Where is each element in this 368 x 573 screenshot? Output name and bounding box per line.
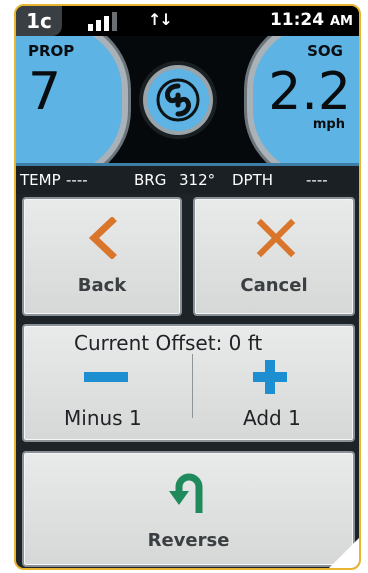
cancel-label: Cancel: [240, 275, 308, 296]
back-label: Back: [77, 275, 127, 296]
minus-one-button[interactable]: Minus 1: [24, 326, 190, 440]
sog-value: 2.2: [268, 62, 351, 122]
prop-gauge[interactable]: PROP 7: [16, 36, 122, 163]
clock-time: 11:24: [269, 10, 325, 30]
signal-bars-icon: [88, 12, 128, 31]
clock: 11:24 AM: [270, 10, 353, 30]
offset-panel: Current Offset: 0 ft Minus 1 Add 1: [22, 324, 355, 442]
device-screen: 1c ↑↓ 11:24 AM PROP 7 SOG 2.2 mph TEMP -…: [14, 4, 361, 570]
chevron-left-icon: [88, 217, 117, 259]
sog-gauge[interactable]: SOG 2.2 mph: [253, 36, 359, 163]
spiral-logo-icon[interactable]: [147, 69, 209, 131]
brg-value: 312°: [179, 171, 216, 189]
sog-unit: mph: [312, 117, 345, 132]
add-label: Add 1: [243, 406, 301, 430]
corner-decoration: [327, 536, 359, 568]
x-icon: [256, 218, 296, 258]
temp-label: TEMP: [20, 171, 61, 189]
plus-icon: [253, 360, 287, 394]
u-turn-icon: [169, 473, 203, 513]
status-bar: 1c ↑↓ 11:24 AM: [16, 6, 359, 36]
dpth-label: DPTH: [232, 171, 274, 189]
sog-label: SOG: [307, 42, 343, 60]
gauge-header: PROP 7 SOG 2.2 mph: [16, 36, 359, 163]
screen-badge: 1c: [16, 6, 62, 36]
offset-divider: [192, 354, 193, 418]
minus-label: Minus 1: [64, 406, 142, 430]
reverse-button[interactable]: Reverse: [22, 451, 355, 567]
add-one-button[interactable]: Add 1: [194, 326, 353, 440]
back-button[interactable]: Back: [22, 197, 182, 316]
reverse-label: Reverse: [147, 530, 230, 551]
brg-label: BRG: [134, 171, 167, 189]
up-down-arrows-icon: ↑↓: [148, 10, 173, 29]
clock-ampm: AM: [330, 14, 353, 29]
dpth-value: ----: [306, 171, 328, 189]
temp-value: ----: [66, 171, 88, 189]
prop-value: 7: [28, 62, 62, 122]
cancel-button[interactable]: Cancel: [193, 197, 355, 316]
info-bar: TEMP ---- BRG 312° DPTH ----: [16, 163, 359, 194]
prop-label: PROP: [28, 42, 75, 60]
minus-icon: [84, 372, 128, 382]
